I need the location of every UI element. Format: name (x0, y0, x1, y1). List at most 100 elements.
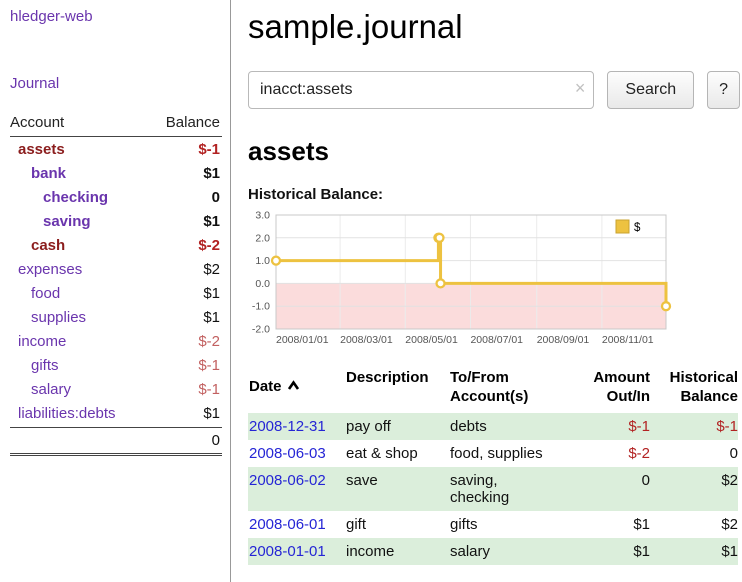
date-link[interactable]: 2008-06-01 (249, 516, 326, 533)
account-link-bank[interactable]: bank (31, 165, 66, 182)
register-header-row: Date Description To/From Account(s) Amou… (248, 369, 738, 409)
svg-text:3.0: 3.0 (255, 210, 270, 222)
account-cell: salary (449, 538, 574, 565)
account-row: cash $-2 (10, 233, 222, 257)
description-cell: income (345, 538, 449, 565)
account-link-income[interactable]: income (18, 333, 66, 350)
account-balance: $-2 (198, 333, 220, 350)
description-cell: gift (345, 511, 449, 538)
account-row: salary $-1 (10, 377, 222, 401)
svg-text:2008/09/01: 2008/09/01 (537, 334, 590, 346)
sort-ascending-icon (287, 378, 300, 397)
account-row: income $-2 (10, 329, 222, 353)
account-link-saving[interactable]: saving (43, 213, 91, 230)
account-link-gifts[interactable]: gifts (31, 357, 59, 374)
search-input[interactable] (248, 71, 594, 109)
balance-cell: $-1 (650, 413, 738, 440)
account-balance: $1 (203, 285, 220, 302)
register-header-balance: Historical Balance (650, 369, 738, 409)
svg-text:2008/11/01: 2008/11/01 (602, 334, 654, 346)
chart-title: Historical Balance: (248, 186, 740, 203)
account-balance: $1 (203, 309, 220, 326)
svg-text:-2.0: -2.0 (252, 324, 270, 336)
account-row: expenses $2 (10, 257, 222, 281)
account-link-checking[interactable]: checking (43, 189, 108, 206)
register-table: Date Description To/From Account(s) Amou… (248, 369, 738, 565)
historical-balance-chart: 2008/01/012008/03/012008/05/012008/07/01… (242, 208, 674, 350)
accounts-header-balance: Balance (166, 114, 220, 131)
page-title: sample.journal (248, 8, 740, 46)
account-balance: $-1 (198, 381, 220, 398)
register-header-date[interactable]: Date (248, 369, 345, 409)
svg-text:0.0: 0.0 (255, 278, 270, 290)
help-button[interactable]: ? (707, 71, 740, 109)
account-link-assets[interactable]: assets (18, 141, 65, 158)
account-link-salary[interactable]: salary (31, 381, 71, 398)
svg-text:2008/05/01: 2008/05/01 (405, 334, 458, 346)
account-link-supplies[interactable]: supplies (31, 309, 86, 326)
svg-text:-1.0: -1.0 (252, 301, 270, 313)
account-row: gifts $-1 (10, 353, 222, 377)
account-row: checking 0 (10, 185, 222, 209)
amount-cell: $-2 (574, 440, 650, 467)
description-cell: eat & shop (345, 440, 449, 467)
account-balance: $-1 (198, 357, 220, 374)
account-row: food $1 (10, 281, 222, 305)
accounts-header-account: Account (10, 114, 64, 131)
app-title-link[interactable]: hledger-web (10, 8, 93, 25)
description-cell: save (345, 467, 449, 511)
account-row: liabilities:debts $1 (10, 401, 222, 425)
account-row: assets $-1 (10, 137, 222, 161)
accounts-total-balance: 0 (10, 427, 222, 456)
accounts-table: Account Balance assets $-1 bank $1 check… (10, 114, 222, 456)
accounts-table-header: Account Balance (10, 114, 222, 137)
chart-container: 2008/01/012008/03/012008/05/012008/07/01… (242, 208, 740, 355)
register-header-amount: Amount Out/In (574, 369, 650, 409)
account-row: supplies $1 (10, 305, 222, 329)
account-link-liabilities-debts[interactable]: liabilities:debts (18, 405, 116, 422)
search-box: × (248, 71, 594, 109)
svg-text:2008/07/01: 2008/07/01 (470, 334, 523, 346)
register-row: 2008-06-01 gift gifts $1 $2 (248, 511, 738, 538)
account-link-expenses[interactable]: expenses (18, 261, 82, 278)
date-header-label: Date (249, 378, 282, 397)
account-cell: saving, checking (450, 472, 528, 506)
balance-cell: 0 (650, 440, 738, 467)
register-row: 2008-12-31 pay off debts $-1 $-1 (248, 413, 738, 440)
account-balance: $1 (203, 165, 220, 182)
svg-text:1.0: 1.0 (255, 255, 270, 267)
clear-search-icon[interactable]: × (575, 78, 586, 99)
register-row: 2008-06-02 save saving, checking 0 $2 (248, 467, 738, 511)
account-cell: gifts (449, 511, 574, 538)
main-content: sample.journal × Search ? assets Histori… (248, 0, 740, 565)
sidebar: hledger-web Journal Account Balance asse… (0, 0, 231, 582)
search-form: × Search ? (248, 71, 740, 109)
balance-cell: $1 (650, 538, 738, 565)
account-cell: debts (449, 413, 574, 440)
account-balance: $1 (203, 213, 220, 230)
account-balance: 0 (212, 189, 220, 206)
svg-text:$: $ (634, 222, 641, 234)
account-balance: $1 (203, 405, 220, 422)
account-link-cash[interactable]: cash (31, 237, 65, 254)
register-header-account: To/From Account(s) (449, 369, 574, 409)
account-row: bank $1 (10, 161, 222, 185)
sidebar-item-journal[interactable]: Journal (10, 75, 222, 92)
amount-cell: 0 (574, 467, 650, 511)
date-link[interactable]: 2008-12-31 (249, 418, 326, 435)
description-cell: pay off (345, 413, 449, 440)
search-button[interactable]: Search (607, 71, 694, 109)
account-link-food[interactable]: food (31, 285, 60, 302)
svg-text:2.0: 2.0 (255, 232, 270, 244)
account-cell: food, supplies (449, 440, 574, 467)
date-link[interactable]: 2008-06-03 (249, 445, 326, 462)
account-heading: assets (248, 136, 740, 167)
account-balance: $-1 (198, 141, 220, 158)
register-row: 2008-01-01 income salary $1 $1 (248, 538, 738, 565)
account-row: saving $1 (10, 209, 222, 233)
register-header-description: Description (345, 369, 449, 409)
date-link[interactable]: 2008-01-01 (249, 543, 326, 560)
register-row: 2008-06-03 eat & shop food, supplies $-2… (248, 440, 738, 467)
account-balance: $-2 (198, 237, 220, 254)
date-link[interactable]: 2008-06-02 (249, 472, 326, 489)
